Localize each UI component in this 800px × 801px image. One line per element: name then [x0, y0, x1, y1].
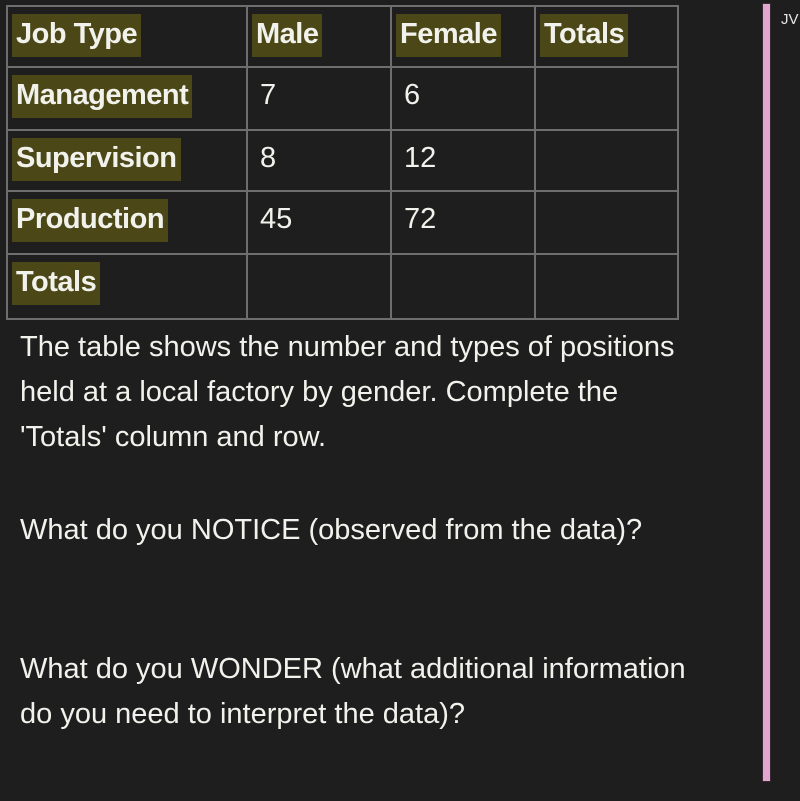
male-value: 7: [260, 79, 277, 111]
row-label: Totals: [12, 262, 101, 305]
row-label-cell: Production: [6, 190, 248, 255]
male-value: 45: [260, 203, 293, 235]
header-label: Job Type: [12, 14, 142, 57]
header-label: Female: [396, 14, 501, 57]
female-value: 6: [404, 79, 421, 111]
female-cell: 12: [390, 129, 536, 192]
row-label-cell: Totals: [6, 253, 248, 320]
wonder-question: What do you WONDER (what additional info…: [20, 653, 686, 730]
male-cell: [246, 253, 392, 320]
female-cell: 72: [390, 190, 536, 255]
header-cell-job-type: Job Type: [6, 5, 248, 68]
row-label-cell: Management: [6, 66, 248, 131]
table-totals-row: Totals: [6, 253, 679, 320]
header-cell-female: Female: [390, 5, 536, 68]
total-cell: [534, 253, 679, 320]
table-header-row: Job Type Male Female Totals: [6, 5, 679, 68]
header-label: Totals: [540, 14, 629, 57]
total-cell: [534, 129, 679, 192]
job-type-gender-table: Job Type Male Female Totals Management 7…: [6, 5, 679, 320]
table-row: Production 45 72: [6, 190, 679, 255]
header-label: Male: [252, 14, 323, 57]
row-label: Production: [12, 199, 169, 242]
table-row: Management 7 6: [6, 66, 679, 131]
total-cell: [534, 190, 679, 255]
female-cell: [390, 253, 536, 320]
male-value: 8: [260, 142, 277, 174]
male-cell: 8: [246, 129, 392, 192]
male-cell: 45: [246, 190, 392, 255]
female-value: 72: [404, 203, 437, 235]
female-cell: 6: [390, 66, 536, 131]
header-cell-totals: Totals: [534, 5, 679, 68]
row-label-cell: Supervision: [6, 129, 248, 192]
header-cell-male: Male: [246, 5, 392, 68]
male-cell: 7: [246, 66, 392, 131]
table-row: Supervision 8 12: [6, 129, 679, 192]
total-cell: [534, 66, 679, 131]
female-value: 12: [404, 142, 437, 174]
sidebar-initials-label: JV: [781, 11, 799, 28]
notice-question: What do you NOTICE (observed from the da…: [20, 514, 643, 546]
row-label: Management: [12, 75, 193, 118]
intro-paragraph: The table shows the number and types of …: [20, 331, 675, 453]
sidebar-accent-bar: [762, 3, 771, 782]
row-label: Supervision: [12, 138, 181, 181]
